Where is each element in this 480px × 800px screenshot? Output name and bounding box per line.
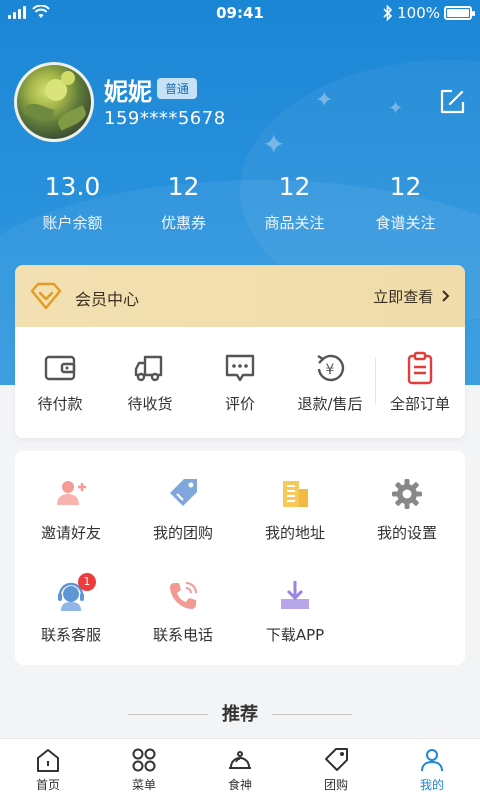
service-label: 联系客服 <box>40 626 101 644</box>
vip-center-title: 会员中心 <box>75 290 140 309</box>
clipboard-icon <box>407 351 433 385</box>
diamond-icon <box>30 282 62 310</box>
service-label: 联系电话 <box>152 626 213 644</box>
service-invite-friends[interactable]: 邀请好友 <box>15 477 127 543</box>
user-icon <box>421 749 443 772</box>
tab-mine[interactable]: 我的 <box>384 739 480 800</box>
edit-icon[interactable] <box>438 88 466 116</box>
order-label: 待付款 <box>37 395 83 413</box>
group-buy-icon <box>325 748 348 771</box>
wallet-icon <box>44 355 76 381</box>
svg-text:¥: ¥ <box>326 362 335 378</box>
tab-label: 菜单 <box>131 778 156 792</box>
service-label: 下载APP <box>265 626 325 644</box>
order-refund[interactable]: ¥ 退款/售后 <box>285 327 375 438</box>
recommend-title: 推荐 <box>222 704 258 725</box>
tab-menu[interactable]: 菜单 <box>96 739 192 800</box>
member-level-badge: 普通 <box>157 78 198 99</box>
service-label: 我的团购 <box>152 524 213 542</box>
order-label: 全部订单 <box>389 395 450 413</box>
service-label: 我的地址 <box>264 524 325 542</box>
chevron-right-icon <box>442 290 450 302</box>
tab-label: 我的 <box>419 778 444 792</box>
download-icon <box>281 581 309 609</box>
service-download-app[interactable]: 下载APP <box>239 579 351 645</box>
status-bar: 09:41 100% <box>0 0 480 28</box>
stat-label: 账户余额 <box>42 214 103 232</box>
truck-icon <box>134 355 163 382</box>
order-pending-payment[interactable]: 待付款 <box>15 327 105 438</box>
user-phone: 159****5678 <box>104 108 226 129</box>
order-all[interactable]: 全部订单 <box>375 327 465 438</box>
order-card: 会员中心 立即查看 待付款 待收货 评价 ¥ 退款/售后 全部订单 <box>15 265 465 438</box>
avatar[interactable] <box>14 62 94 142</box>
view-now-link[interactable]: 立即查看 <box>373 286 451 307</box>
order-review[interactable]: 评价 <box>195 327 285 438</box>
gear-icon <box>392 479 422 509</box>
stat-label: 商品关注 <box>264 214 325 232</box>
stat-label: 食谱关注 <box>375 214 436 232</box>
account-stats: 13.0 账户余额 12 优惠券 12 商品关注 12 食谱关注 <box>0 172 480 233</box>
headset-icon-wrap: 1 <box>54 573 96 613</box>
order-label: 评价 <box>224 395 255 413</box>
order-label: 待收货 <box>127 395 173 413</box>
chef-icon <box>229 751 251 769</box>
tab-home[interactable]: 首页 <box>0 739 96 800</box>
tab-group-buy[interactable]: 团购 <box>288 739 384 800</box>
stat-value: 12 <box>167 172 200 201</box>
stat-value: 12 <box>278 172 311 201</box>
order-label: 退款/售后 <box>297 395 363 413</box>
tab-label: 首页 <box>35 778 60 792</box>
tag-icon <box>170 479 197 506</box>
stat-value: 12 <box>389 172 422 201</box>
user-name: 妮妮 <box>104 78 152 106</box>
stat-label: 优惠券 <box>160 214 206 232</box>
bottom-tab-bar: 首页 菜单 食神 团购 我的 <box>0 738 480 800</box>
service-my-settings[interactable]: 我的设置 <box>351 477 463 543</box>
home-icon <box>37 749 59 772</box>
tab-chef[interactable]: 食神 <box>192 739 288 800</box>
order-shortcuts: 待付款 待收货 评价 ¥ 退款/售后 全部订单 <box>15 327 465 438</box>
tab-label: 团购 <box>323 778 348 792</box>
phone-icon <box>170 582 197 609</box>
tab-label: 食神 <box>227 778 252 792</box>
services-card: 邀请好友 我的团购 我的地址 我的设置 1 联系客服 联系电话 下载APP <box>15 451 465 665</box>
stat-product-follows[interactable]: 12 商品关注 <box>239 172 350 233</box>
view-now-label: 立即查看 <box>373 288 434 306</box>
refund-icon: ¥ <box>317 354 345 382</box>
bluetooth-icon <box>383 5 393 21</box>
service-label: 我的设置 <box>376 524 437 542</box>
vip-center-bar[interactable]: 会员中心 立即查看 <box>15 265 465 327</box>
battery-percent: 100% <box>397 4 440 22</box>
stat-balance[interactable]: 13.0 账户余额 <box>17 172 128 233</box>
service-my-address[interactable]: 我的地址 <box>239 477 351 543</box>
battery-icon <box>444 6 475 20</box>
service-label: 邀请好友 <box>40 524 101 542</box>
stat-value: 13.0 <box>44 172 101 201</box>
service-my-group-buy[interactable]: 我的团购 <box>127 477 239 543</box>
order-pending-delivery[interactable]: 待收货 <box>105 327 195 438</box>
comment-icon <box>225 354 255 382</box>
add-user-icon <box>57 481 86 505</box>
notification-badge: 1 <box>78 573 96 591</box>
stat-recipe-follows[interactable]: 12 食谱关注 <box>350 172 461 233</box>
building-icon <box>283 481 308 507</box>
service-customer-service[interactable]: 1 联系客服 <box>15 573 127 645</box>
service-contact-phone[interactable]: 联系电话 <box>127 579 239 645</box>
menu-grid-icon <box>132 748 156 772</box>
stat-coupons[interactable]: 12 优惠券 <box>128 172 239 233</box>
recommend-section-header: 推荐 <box>0 700 480 728</box>
